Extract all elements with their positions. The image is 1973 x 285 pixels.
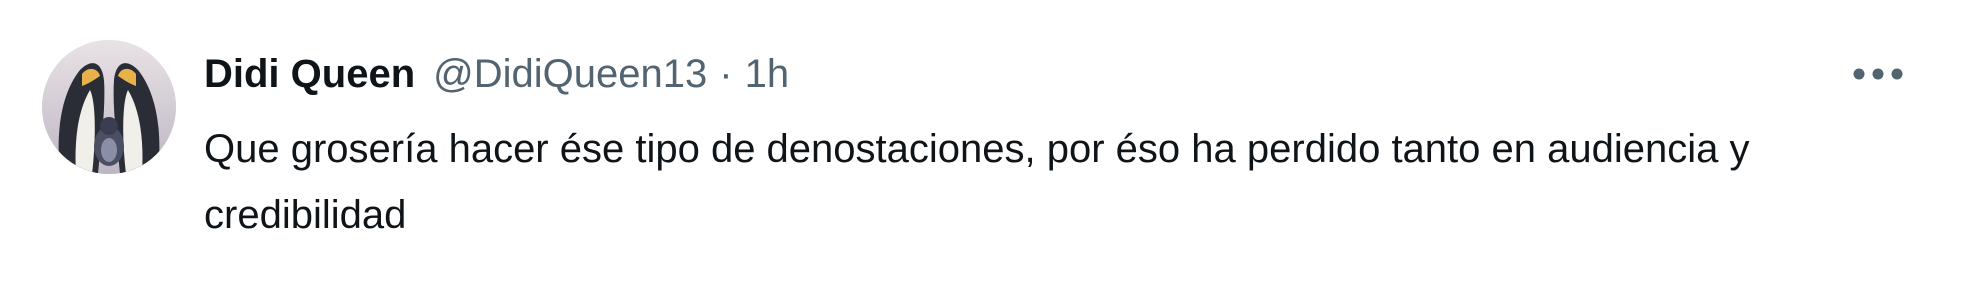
more-options-button[interactable]: [1848, 50, 1908, 98]
separator-dot: ·: [719, 51, 733, 96]
tweet-text: Que grosería hacer ése tipo de denostaci…: [204, 127, 1750, 237]
penguin-avatar-icon: [42, 40, 176, 174]
tweet-header: Didi Queen @DidiQueen13 · 1h: [204, 44, 789, 104]
avatar[interactable]: [42, 40, 176, 174]
user-handle[interactable]: @DidiQueen13: [433, 52, 707, 97]
display-name[interactable]: Didi Queen: [204, 52, 415, 97]
more-dots-icon: [1853, 68, 1903, 80]
tweet-card[interactable]: Didi Queen @DidiQueen13 · 1h Que groserí…: [0, 0, 1973, 285]
timestamp[interactable]: 1h: [745, 52, 790, 97]
